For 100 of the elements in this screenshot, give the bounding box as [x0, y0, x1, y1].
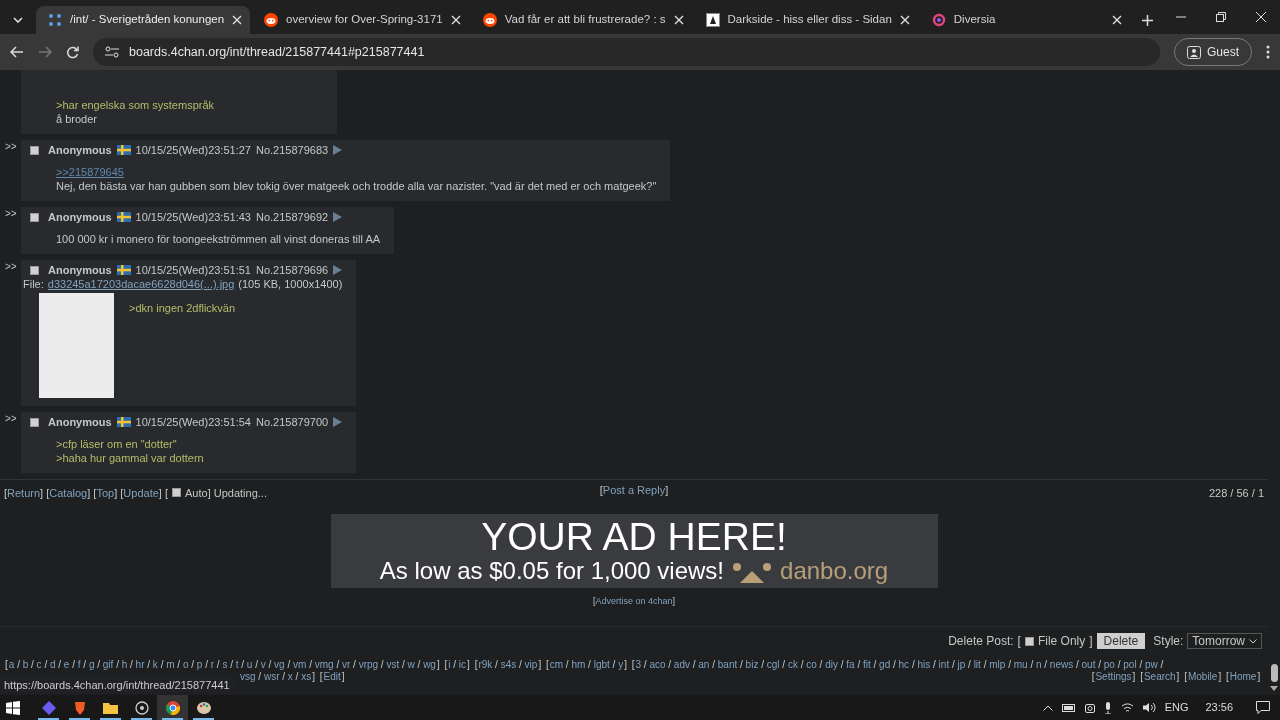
triangle-icon[interactable] — [333, 417, 343, 427]
address-bar[interactable]: boards.4chan.org/int/thread/215877441#p215877441 — [93, 38, 1160, 66]
nav-link[interactable]: Update — [123, 487, 159, 499]
board-link[interactable]: pw — [1144, 659, 1158, 671]
board-link[interactable]: vst — [386, 659, 400, 671]
browser-tab[interactable]: Darkside - hiss eller diss - Sidan — [693, 6, 918, 34]
board-link[interactable]: h — [121, 659, 128, 671]
forward-icon[interactable] — [38, 46, 52, 58]
board-link[interactable]: s4s — [500, 659, 517, 671]
board-link[interactable]: vm — [293, 659, 307, 671]
taskbar-app[interactable] — [157, 695, 188, 720]
triangle-icon[interactable] — [333, 265, 343, 275]
board-link[interactable]: Mobile — [1187, 671, 1218, 683]
language-indicator[interactable]: ENG — [1164, 699, 1189, 716]
board-link[interactable]: e — [63, 659, 70, 671]
post-checkbox[interactable] — [30, 145, 39, 155]
auto-checkbox[interactable] — [172, 488, 181, 497]
board-link[interactable]: po — [1103, 659, 1115, 671]
close-icon[interactable] — [1111, 15, 1122, 25]
board-link[interactable]: r9k — [478, 659, 493, 671]
board-link[interactable]: vr — [341, 659, 351, 671]
tab-title[interactable]: overview for Over-Spring-3171 — [286, 11, 443, 29]
board-link[interactable]: lit — [973, 659, 981, 671]
post-number[interactable]: No.215879700 — [255, 415, 329, 429]
board-link[interactable]: ic — [458, 659, 467, 671]
board-link[interactable]: b — [22, 659, 29, 671]
camera-icon[interactable] — [1084, 701, 1095, 714]
board-link[interactable]: gif — [102, 659, 114, 671]
board-link[interactable]: an — [698, 659, 710, 671]
post-number[interactable]: No.215879683 — [255, 143, 329, 157]
reload-icon[interactable] — [66, 45, 79, 59]
board-link[interactable]: Home — [1229, 671, 1257, 683]
board-link[interactable]: r — [210, 659, 215, 671]
triangle-icon[interactable] — [333, 145, 343, 155]
board-link[interactable]: o — [182, 659, 189, 671]
board-link[interactable]: t — [235, 659, 239, 671]
browser-tab[interactable]: Diversia — [919, 6, 1130, 34]
board-link[interactable]: mu — [1013, 659, 1028, 671]
board-link[interactable]: fa — [846, 659, 855, 671]
board-link[interactable]: hr — [135, 659, 145, 671]
quote-link[interactable]: >>215879645 — [56, 166, 124, 178]
board-link[interactable]: wsr — [263, 671, 280, 683]
file-only-label[interactable]: File Only — [1037, 634, 1086, 648]
board-link[interactable]: d — [49, 659, 56, 671]
browser-tab[interactable]: /int/ - Sverigetråden konungen — [36, 6, 251, 34]
close-icon[interactable] — [450, 15, 461, 25]
board-link[interactable]: a — [8, 659, 15, 671]
board-link[interactable]: x — [287, 671, 293, 683]
speaker-icon[interactable] — [1142, 702, 1156, 713]
board-link[interactable]: f — [77, 659, 81, 671]
file-link[interactable]: d33245a17203dacae6628d046(...).jpg — [47, 277, 235, 291]
tab-title[interactable]: Diversia — [953, 11, 1104, 29]
advertise-link[interactable]: Advertise on 4chan — [595, 594, 673, 608]
close-icon[interactable] — [232, 15, 243, 25]
board-link[interactable]: biz — [745, 659, 759, 671]
board-link[interactable]: c — [36, 659, 42, 671]
board-link[interactable]: bant — [717, 659, 738, 671]
board-link[interactable]: u — [246, 659, 253, 671]
board-link[interactable]: xs — [301, 671, 312, 683]
board-link[interactable]: diy — [825, 659, 838, 671]
browser-tab[interactable]: overview for Over-Spring-3171 — [252, 6, 469, 34]
close-icon[interactable] — [1256, 12, 1266, 22]
board-link[interactable]: mlp — [989, 659, 1006, 671]
board-link[interactable]: p — [196, 659, 203, 671]
board-link[interactable]: 3 — [635, 659, 642, 671]
board-link[interactable]: co — [806, 659, 817, 671]
clock-time[interactable]: 23:56 — [1205, 699, 1233, 716]
dropdown-icon[interactable] — [13, 17, 23, 23]
board-link[interactable]: cm — [549, 659, 564, 671]
new-tab-icon[interactable] — [1141, 14, 1153, 26]
board-link[interactable]: hc — [898, 659, 910, 671]
board-link[interactable]: n — [1035, 659, 1042, 671]
maximize-icon[interactable] — [1216, 12, 1226, 22]
auto-label[interactable]: Auto — [185, 487, 208, 499]
back-icon[interactable] — [10, 46, 24, 58]
triangle-icon[interactable] — [333, 212, 343, 222]
board-link[interactable]: s — [222, 659, 228, 671]
board-link[interactable]: w — [407, 659, 415, 671]
close-icon[interactable] — [673, 15, 684, 25]
board-link[interactable]: gd — [879, 659, 891, 671]
scrollbar-thumb[interactable] — [1270, 664, 1278, 682]
close-icon[interactable] — [899, 15, 910, 25]
board-link[interactable]: y — [618, 659, 624, 671]
menu-icon[interactable] — [1266, 45, 1270, 59]
post-checkbox[interactable] — [30, 265, 39, 275]
microphone-icon[interactable] — [1103, 701, 1112, 714]
wifi-icon[interactable] — [1120, 702, 1134, 713]
board-link[interactable]: vmg — [314, 659, 334, 671]
board-link[interactable]: vip — [524, 659, 538, 671]
tab-title[interactable]: Vad får er att bli frustrerade? : s — [504, 11, 666, 29]
delete-button[interactable]: Delete — [1096, 633, 1146, 649]
board-link[interactable]: lgbt — [593, 659, 610, 671]
windows-icon[interactable] — [6, 700, 20, 715]
chevron-up-icon[interactable] — [1042, 704, 1053, 711]
post-number[interactable]: No.215879696 — [255, 263, 329, 277]
board-link[interactable]: k — [152, 659, 158, 671]
board-link[interactable]: int — [938, 659, 950, 671]
scroll-down-icon[interactable] — [1270, 686, 1278, 691]
board-link[interactable]: pol — [1123, 659, 1137, 671]
board-link[interactable]: his — [917, 659, 931, 671]
